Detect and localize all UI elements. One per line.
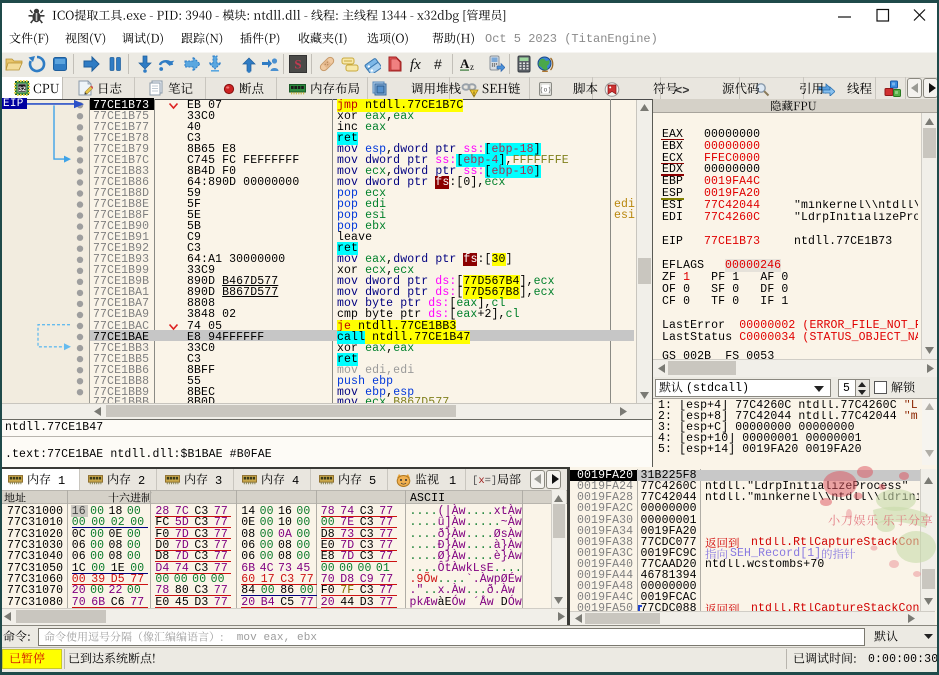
svg-text:z: z bbox=[470, 62, 474, 72]
svg-text:#: # bbox=[434, 56, 442, 72]
svg-text:32: 32 bbox=[18, 86, 26, 93]
svg-text:(o): (o) bbox=[540, 87, 552, 94]
svg-text:A: A bbox=[460, 56, 470, 71]
svg-text:!: ! bbox=[473, 92, 475, 98]
svg-text:S: S bbox=[294, 57, 301, 72]
svg-text:fx: fx bbox=[410, 57, 421, 73]
